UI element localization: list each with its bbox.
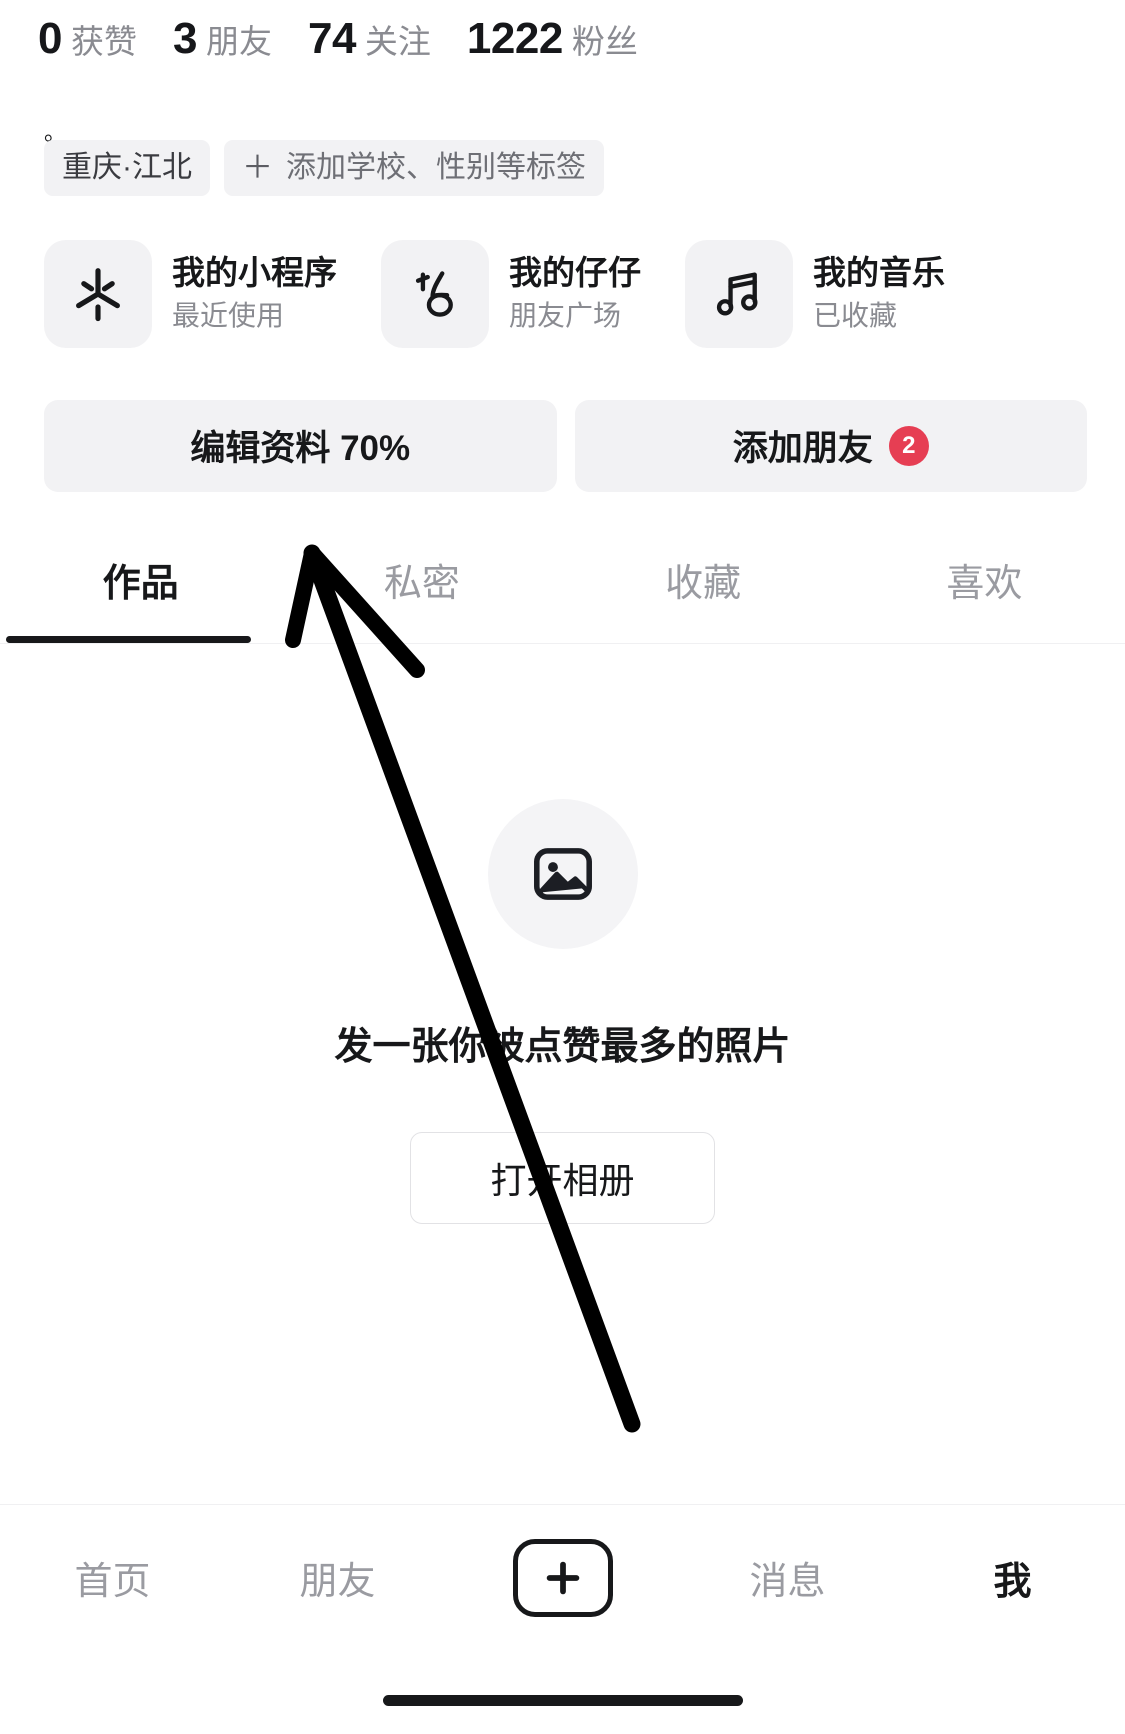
home-indicator (382, 1695, 743, 1706)
edit-profile-label: 编辑资料 70% (190, 429, 411, 468)
shortcut-card-text: 我的小程序 最近使用 (172, 255, 337, 331)
profile-tag-row: 重庆·江北 ＋ 添加学校、性别等标签 (0, 136, 1125, 196)
stat-value: 74 (307, 14, 356, 63)
stat-value: 3 (172, 14, 197, 63)
shortcut-card-row: 我的小程序 最近使用 我的仔仔 朋友广场 我的音乐 已收藏 (0, 196, 1125, 348)
stat-label: 关注 (364, 23, 431, 60)
profile-stats-row: 0 获赞 3 朋友 74 关注 1222 粉丝 (0, 0, 1125, 76)
stat-item-following[interactable]: 74 关注 (308, 14, 431, 64)
nav-item-messages[interactable]: 消息 (675, 1550, 900, 1605)
shortcut-subtitle: 最近使用 (172, 299, 285, 331)
tab-likes[interactable]: 喜欢 (844, 546, 1125, 643)
tag-add-label: 添加学校、性别等标签 (286, 151, 586, 184)
empty-state-text: 发一张你被点赞最多的照片 (334, 1025, 791, 1068)
shortcut-title: 我的仔仔 (509, 254, 641, 292)
stat-value: 0 (38, 14, 62, 63)
shortcut-subtitle: 已收藏 (813, 299, 898, 331)
tag-add-more[interactable]: ＋ 添加学校、性别等标签 (224, 140, 604, 196)
tab-favorites[interactable]: 收藏 (563, 546, 844, 643)
nav-item-home[interactable]: 首页 (0, 1550, 225, 1605)
shortcut-card-miniprogram[interactable]: 我的小程序 最近使用 (44, 239, 337, 348)
empty-state: 发一张你被点赞最多的照片 打开相册 (0, 644, 1125, 1224)
shortcut-card-zaizai[interactable]: 我的仔仔 朋友广场 (381, 239, 641, 348)
plus-icon: ＋ (242, 150, 273, 186)
open-album-button[interactable]: 打开相册 (410, 1131, 715, 1224)
tab-works[interactable]: 作品 (0, 546, 281, 643)
nav-item-me[interactable]: 我 (900, 1550, 1125, 1605)
open-album-label: 打开相册 (490, 1159, 635, 1201)
shortcut-title: 我的音乐 (813, 254, 945, 292)
shortcut-card-music[interactable]: 我的音乐 已收藏 (685, 239, 945, 348)
active-tab-indicator (6, 635, 251, 643)
stat-item-followers[interactable]: 1222 粉丝 (467, 14, 638, 64)
stat-value: 1222 (466, 14, 563, 63)
profile-action-row: 编辑资料 70% 添加朋友 2 (0, 348, 1125, 492)
status-badge: 2 (888, 425, 929, 466)
shortcut-subtitle: 朋友广场 (509, 299, 622, 331)
stat-label: 朋友 (205, 23, 272, 60)
tab-private[interactable]: 私密 (281, 546, 562, 643)
shortcut-title: 我的小程序 (172, 254, 337, 292)
shortcut-card-text: 我的仔仔 朋友广场 (509, 255, 641, 331)
tab-label: 作品 (102, 562, 179, 605)
stat-label: 粉丝 (571, 23, 638, 60)
tag-location[interactable]: 重庆·江北 (44, 140, 210, 196)
add-friend-label: 添加朋友 (732, 429, 873, 468)
image-placeholder-icon (487, 798, 638, 949)
tab-label: 私密 (383, 562, 460, 605)
zaizai-icon (381, 239, 489, 348)
tab-label: 收藏 (665, 562, 742, 605)
music-note-icon (685, 239, 793, 348)
nav-item-friends[interactable]: 朋友 (225, 1550, 450, 1605)
nav-item-create[interactable] (450, 1538, 675, 1617)
profile-bio[interactable]: 。 (0, 76, 1125, 144)
sparkle-icon (44, 239, 152, 348)
bottom-navigation-bar: 首页 朋友 消息 我 (0, 1504, 1125, 1650)
add-friend-button[interactable]: 添加朋友 2 (574, 399, 1087, 492)
stat-item-friends[interactable]: 3 朋友 (173, 14, 272, 64)
edit-profile-button[interactable]: 编辑资料 70% (44, 399, 557, 492)
content-tab-bar: 作品 私密 收藏 喜欢 (0, 546, 1125, 644)
stat-label: 获赞 (70, 23, 137, 60)
stat-item-likes[interactable]: 0 获赞 (38, 14, 137, 64)
shortcut-card-text: 我的音乐 已收藏 (813, 255, 945, 331)
plus-icon (512, 1538, 613, 1617)
tab-label: 喜欢 (946, 562, 1023, 605)
